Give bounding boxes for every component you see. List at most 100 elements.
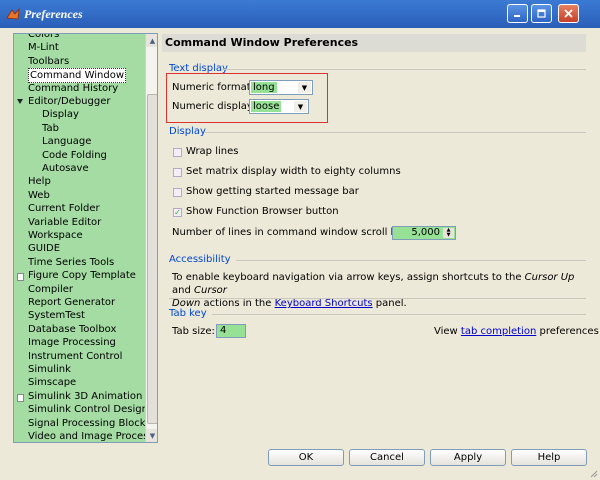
tree-item-label: Simulink [28,364,71,375]
tree-item-label: Signal Processing Blockset [28,417,158,429]
tree-item[interactable]: M-Lint [28,41,59,54]
tree-item[interactable]: GUIDE [28,242,60,255]
accessibility-text-1: To enable keyboard navigation via arrow … [172,272,522,283]
tree-item[interactable]: SystemTest [28,309,85,322]
panel-text: panel. [375,298,407,309]
keyboard-shortcuts-link[interactable]: Keyboard Shortcuts [275,298,373,309]
tree-item[interactable]: Variable Editor [28,216,101,229]
numeric-display-value: loose [251,101,282,112]
wrap-lines-label: Wrap lines [186,146,239,157]
chevron-down-icon: ▼ [298,82,311,93]
spin-down-icon[interactable]: ▼ [443,233,454,238]
tree-item[interactable]: Image Processing [28,336,116,349]
display-title: Display [169,126,206,137]
scroll-buffer-spinner[interactable]: 5,000 ▲ ▼ [392,226,456,240]
tree-item[interactable]: Tab [42,122,59,135]
tree-item[interactable]: Video and Image Processing [28,430,157,442]
apply-button[interactable]: Apply [430,449,506,466]
divider [222,69,586,70]
tree-item[interactable]: Editor/Debugger [28,95,110,108]
tree-item[interactable]: Simulink Control Design [28,403,148,416]
divider [212,314,586,315]
tree-item[interactable]: Language [42,135,91,148]
tree-item-label: Help [28,176,51,188]
tree-item-label: GUIDE [28,243,61,255]
tree-item[interactable]: Current Folder [28,202,100,215]
help-button[interactable]: Help [511,449,587,466]
scroll-up-icon: ▲ [149,36,156,45]
tree-item[interactable]: Time Series Tools [28,256,114,269]
divider [236,260,586,261]
numeric-format-dropdown[interactable]: long ▼ [249,80,313,95]
view-text: View [434,326,458,337]
tree-item-label: Autosave [42,163,89,174]
eighty-columns-checkbox[interactable] [173,168,182,177]
numeric-format-label: Numeric format: [172,82,255,93]
numeric-display-dropdown[interactable]: loose ▼ [249,99,309,114]
collapsed-node-icon[interactable] [17,273,24,282]
tree-item-label: Compiler [28,283,74,295]
tree-item[interactable]: Web [28,189,50,202]
tree-item-label: Language [42,136,92,148]
function-browser-label: Show Function Browser button [186,206,339,217]
chevron-down-icon: ▼ [294,101,307,112]
accessibility-text-2: actions in the [203,298,272,309]
minimize-button[interactable] [507,4,528,23]
tree-item[interactable]: Workspace [28,229,83,242]
tree-item[interactable]: Simulink 3D Animation [28,390,142,403]
scroll-up-button[interactable]: ▲ [146,34,157,47]
tree-item-label: Report Generator [28,297,116,308]
wrap-lines-checkbox[interactable] [173,148,182,157]
button-bar: OK Cancel Apply Help [0,446,600,480]
tree-item-label: Instrument Control [28,350,123,362]
scroll-down-button[interactable]: ▼ [146,429,157,442]
function-browser-checkbox[interactable]: ✓ [173,208,182,217]
tree-item-label: Code Folding [42,149,107,161]
tab-size-label: Tab size: [172,326,215,337]
tree-item-label: Simulink 3D Animation [28,390,143,402]
tree-item-label: Toolbars [28,55,70,67]
tree-item[interactable]: Display [42,108,79,121]
tree-item[interactable]: Autosave [42,162,89,175]
dialog-body: Colors M-Lint Toolbars Command Window Comman… [0,28,600,480]
tree-item[interactable]: Instrument Control [28,350,122,363]
eighty-columns-label: Set matrix display width to eighty colum… [186,166,401,177]
scroll-thumb[interactable] [147,94,157,424]
ok-button[interactable]: OK [268,449,344,466]
collapsed-node-icon[interactable] [17,393,24,402]
tree-item[interactable]: Database Toolbox [28,323,116,336]
preferences-tree[interactable]: Colors M-Lint Toolbars Command Window Comman… [13,33,158,443]
tree-item-label: Figure Copy Template [28,270,136,282]
getting-started-label: Show getting started message bar [186,186,359,197]
tree-item[interactable]: Signal Processing Blockset [28,417,158,430]
resize-grip-icon[interactable] [588,468,598,478]
tree-item-label: M-Lint [28,42,59,54]
tree-item-label: Display [42,109,79,121]
tree-item[interactable]: Colors [28,34,59,41]
getting-started-checkbox[interactable] [173,188,182,197]
tree-item[interactable]: Simulink [28,363,71,376]
tree-item-label: Tab [42,122,59,134]
divider [205,132,586,133]
tree-item[interactable]: Compiler [28,283,73,296]
tab-completion-link[interactable]: tab completion [461,326,536,337]
tree-item[interactable]: Command History [28,82,118,95]
tree-item-label: Command History [28,82,119,94]
and-text: and [172,285,191,296]
tree-item[interactable]: Code Folding [42,149,107,162]
cancel-button[interactable]: Cancel [349,449,425,466]
tab-size-input[interactable]: 4 [216,324,246,338]
expanded-node-icon[interactable] [17,99,23,104]
numeric-display-label: Numeric display: [172,101,256,112]
tree-item[interactable]: Help [28,175,51,188]
cursor-text: Cursor [194,285,227,296]
minimize-icon [514,15,520,17]
tree-item[interactable]: Figure Copy Template [28,269,136,282]
tree-item-label: Simulink Control Design [28,404,148,416]
tree-item[interactable]: Report Generator [28,296,115,309]
close-button[interactable] [558,4,579,23]
tree-item[interactable]: Toolbars [28,55,69,68]
tree-scrollbar[interactable]: ▲ ▼ [145,34,157,442]
tree-item[interactable]: Simscape [28,376,76,389]
maximize-button[interactable] [531,4,552,23]
